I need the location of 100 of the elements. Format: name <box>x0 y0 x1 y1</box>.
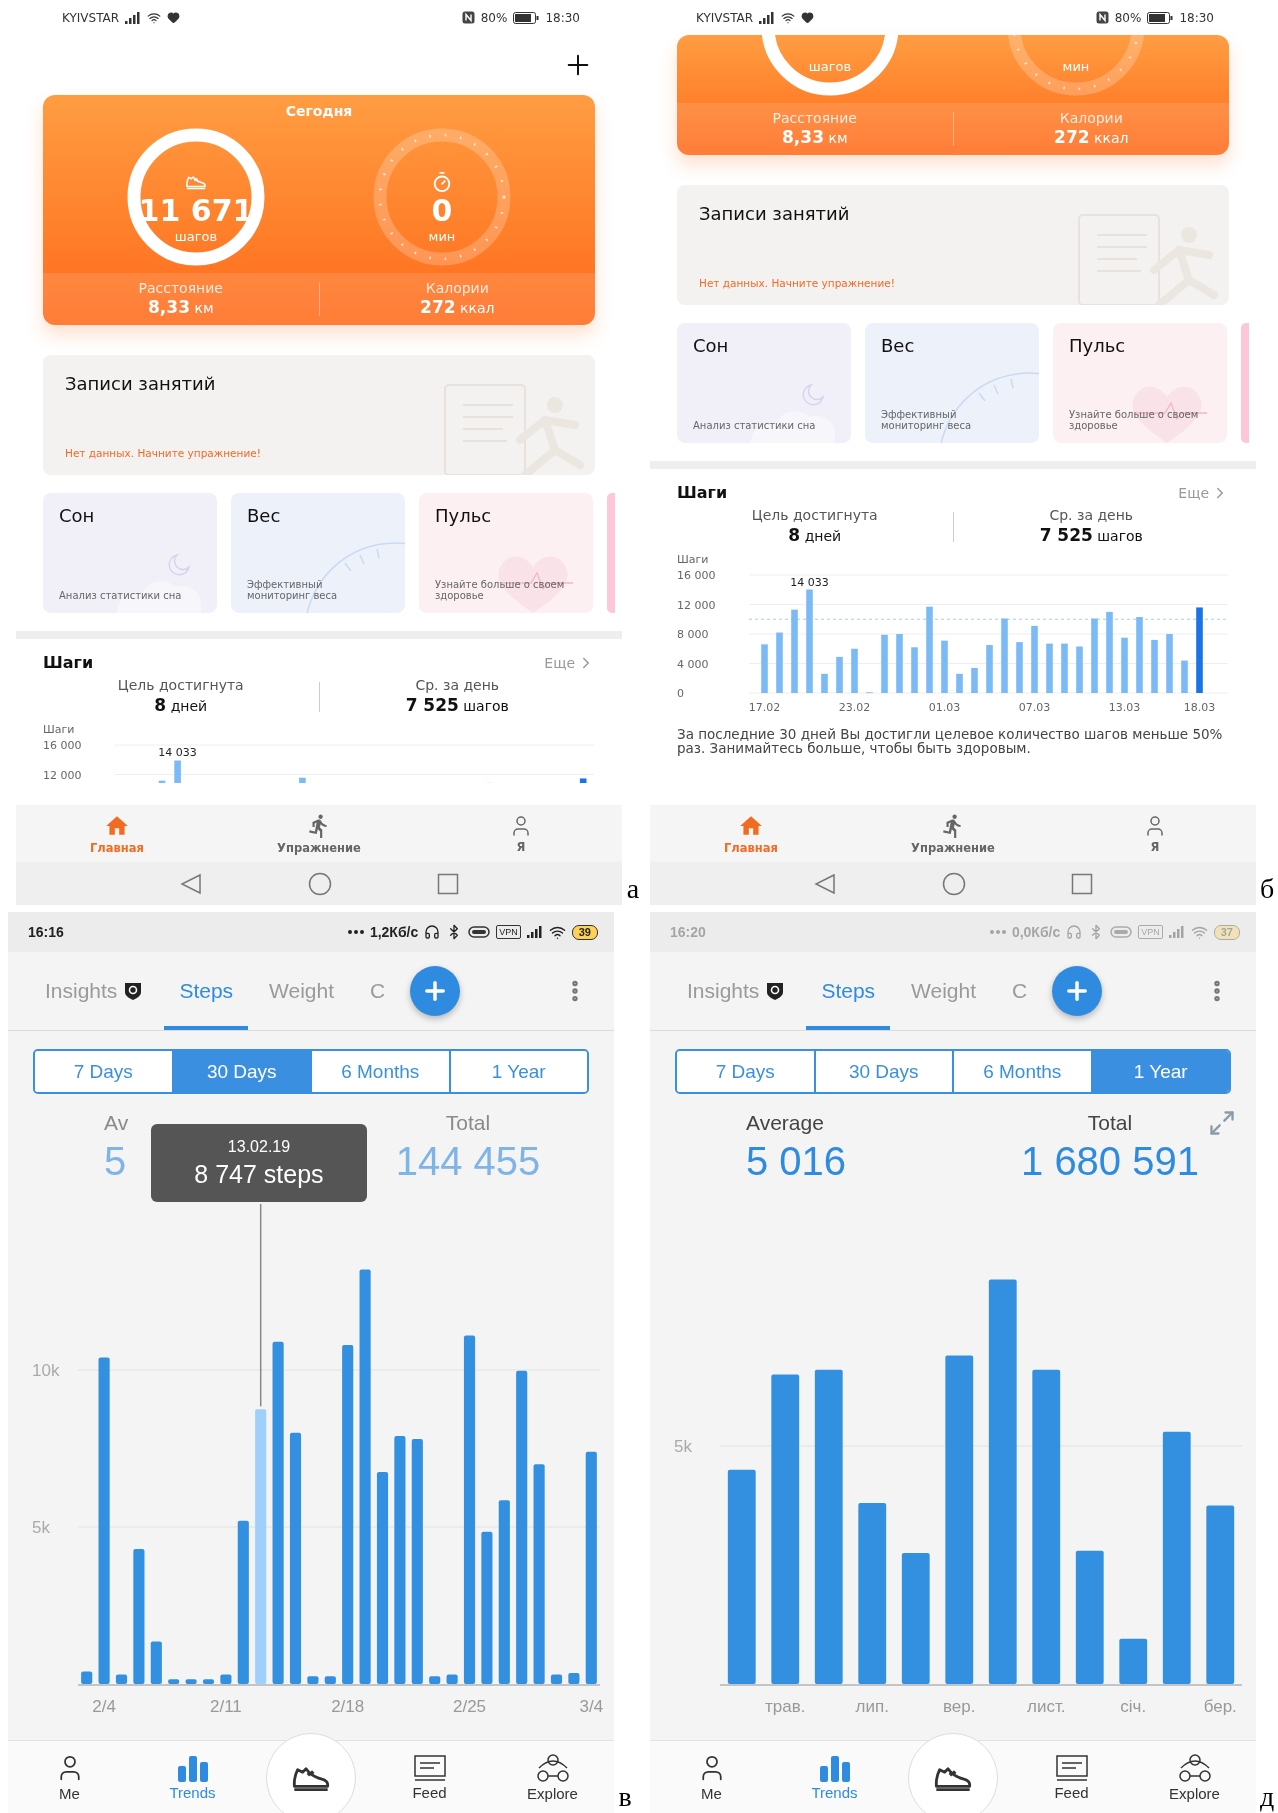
nav-tab[interactable]: Trends <box>131 1753 254 1801</box>
expand-icon[interactable] <box>1208 1109 1236 1137</box>
more-link[interactable]: Еще <box>544 653 595 672</box>
range-button[interactable]: 1 Year <box>448 1051 587 1092</box>
tab[interactable]: Insights <box>672 952 801 1030</box>
nav-tab[interactable]: Главная <box>16 805 218 862</box>
minutes-unit: мин <box>428 229 456 245</box>
axis-label: 01.03 <box>928 701 961 714</box>
range-button[interactable]: 30 Days <box>813 1051 952 1092</box>
axis-title: Шаги <box>43 723 75 736</box>
figure-label: а <box>625 875 641 905</box>
health-card[interactable]: Вес Эффективный мониторинг веса <box>231 493 405 613</box>
signal-icon <box>759 11 776 24</box>
home-circle-icon[interactable] <box>942 871 966 896</box>
home-circle-icon[interactable] <box>308 871 332 896</box>
summary-text: За последние 30 дней Вы достигли целевое количество шагов меньше 50% раз. Занимайтесь больше, чтобы быть здоровым. <box>677 727 1224 756</box>
chart-bar <box>1016 642 1023 693</box>
nav-tab[interactable]: Упражнение <box>218 805 420 862</box>
tab[interactable]: Weight <box>254 952 350 1030</box>
chart-bar <box>1031 625 1038 693</box>
health-card[interactable]: Пульс Узнайте больше о своем здоровье <box>1053 323 1227 443</box>
bar-value-label: 14 033 <box>158 745 197 759</box>
tab[interactable]: Steps <box>806 952 891 1030</box>
add-button[interactable] <box>410 966 460 1016</box>
network-speed: 0,0Кб/с <box>1011 924 1061 940</box>
stat-label: Ср. за день <box>1049 506 1134 524</box>
range-button[interactable]: 7 Days <box>35 1051 172 1092</box>
chart-bar <box>324 1676 336 1684</box>
heart-icon <box>167 11 181 24</box>
nav-tab[interactable]: Я <box>1054 805 1256 862</box>
stat-label: Total <box>1087 1110 1133 1136</box>
range-button[interactable]: 6 Months <box>952 1051 1091 1092</box>
records-card[interactable]: Записи занятий Нет данных. Начните упражнение! <box>43 355 595 475</box>
nav-tab[interactable]: Me <box>650 1752 773 1802</box>
battery-icon <box>1147 11 1174 24</box>
axis-label: 2/4 <box>92 1697 116 1716</box>
section-title: Записи занятий <box>699 203 851 224</box>
shield-icon <box>765 981 786 1001</box>
nav-tab[interactable]: Feed <box>1010 1753 1133 1801</box>
chart-bar <box>307 1676 319 1684</box>
add-button[interactable] <box>1052 966 1102 1016</box>
nav-tab[interactable]: Я <box>420 805 622 862</box>
back-icon[interactable] <box>178 872 203 895</box>
health-card[interactable]: Пульс Узнайте больше о своем здоровье <box>419 493 593 613</box>
range-button[interactable]: 7 Days <box>677 1051 814 1092</box>
tab[interactable]: Insights <box>30 952 159 1030</box>
carrier-name: KYIVSTAR <box>62 10 120 25</box>
nav-tab[interactable]: Упражнение <box>852 805 1054 862</box>
more-link[interactable]: Еще <box>1178 483 1229 502</box>
section-title: Шаги <box>43 653 94 672</box>
feed-icon <box>413 1753 446 1782</box>
bar-chart-icon <box>818 1753 851 1782</box>
chart-bar <box>776 632 783 693</box>
range-button[interactable]: 30 Days <box>171 1051 310 1092</box>
axis-label: 5k <box>32 1518 50 1537</box>
nav-tab[interactable]: Feed <box>368 1753 491 1801</box>
health-card[interactable]: Сон Анализ статистики сна <box>43 493 217 613</box>
range-button[interactable]: 6 Months <box>310 1051 449 1092</box>
axis-label: трав. <box>765 1697 806 1716</box>
figure-label: б <box>1258 875 1276 905</box>
health-card[interactable]: Вес Эффективный мониторинг веса <box>865 323 1039 443</box>
chart-bar <box>429 1676 441 1684</box>
tooltip-value: 8 747 steps <box>194 1159 324 1190</box>
stat-label: Цель достигнута <box>117 676 244 694</box>
records-card[interactable]: Записи занятий Нет данных. Начните упражнение! <box>677 185 1229 305</box>
stat-value: 8 дней <box>154 694 208 717</box>
section-title: Записи занятий <box>65 373 217 394</box>
steps-unit: шагов <box>808 59 852 75</box>
range-button[interactable]: 1 Year <box>1090 1051 1229 1092</box>
chart-bar <box>851 648 858 693</box>
nav-tab[interactable]: Главная <box>650 805 852 862</box>
card-description: Анализ статистики сна <box>59 590 183 601</box>
battery-icon <box>513 11 540 24</box>
axis-label: бер. <box>1203 1697 1237 1716</box>
tab[interactable]: C <box>997 952 1043 1030</box>
recents-icon[interactable] <box>1071 872 1094 895</box>
nav-tab[interactable]: Explore <box>1133 1752 1256 1802</box>
back-icon[interactable] <box>812 872 837 895</box>
axis-label: 13.03 <box>1108 701 1141 714</box>
chart-bar <box>1121 637 1128 693</box>
recents-icon[interactable] <box>437 872 460 895</box>
tab[interactable]: Steps <box>164 952 249 1030</box>
tab[interactable]: C <box>355 952 401 1030</box>
stat-value: 8 дней <box>788 524 842 547</box>
figure-label: в <box>617 1783 633 1813</box>
axis-label: 8 000 <box>677 628 709 641</box>
distance-label: Расстояние <box>772 110 857 127</box>
tab[interactable]: Weight <box>896 952 992 1030</box>
chart-bar <box>115 1674 128 1684</box>
nav-tab[interactable]: Trends <box>773 1753 896 1801</box>
stat-label: Av <box>104 1110 129 1136</box>
stat-value: 144 455 <box>395 1138 541 1185</box>
carrier-name: KYIVSTAR <box>696 10 754 25</box>
nav-tab[interactable]: Explore <box>491 1752 614 1802</box>
axis-label: 18.03 <box>1183 701 1216 714</box>
health-card[interactable]: Сон Анализ статистики сна <box>677 323 851 443</box>
axis-label: 3/4 <box>579 1697 604 1716</box>
chart-bar <box>1061 643 1068 693</box>
battery-indicator: 39 <box>571 924 598 940</box>
nav-tab[interactable]: Me <box>8 1752 131 1802</box>
